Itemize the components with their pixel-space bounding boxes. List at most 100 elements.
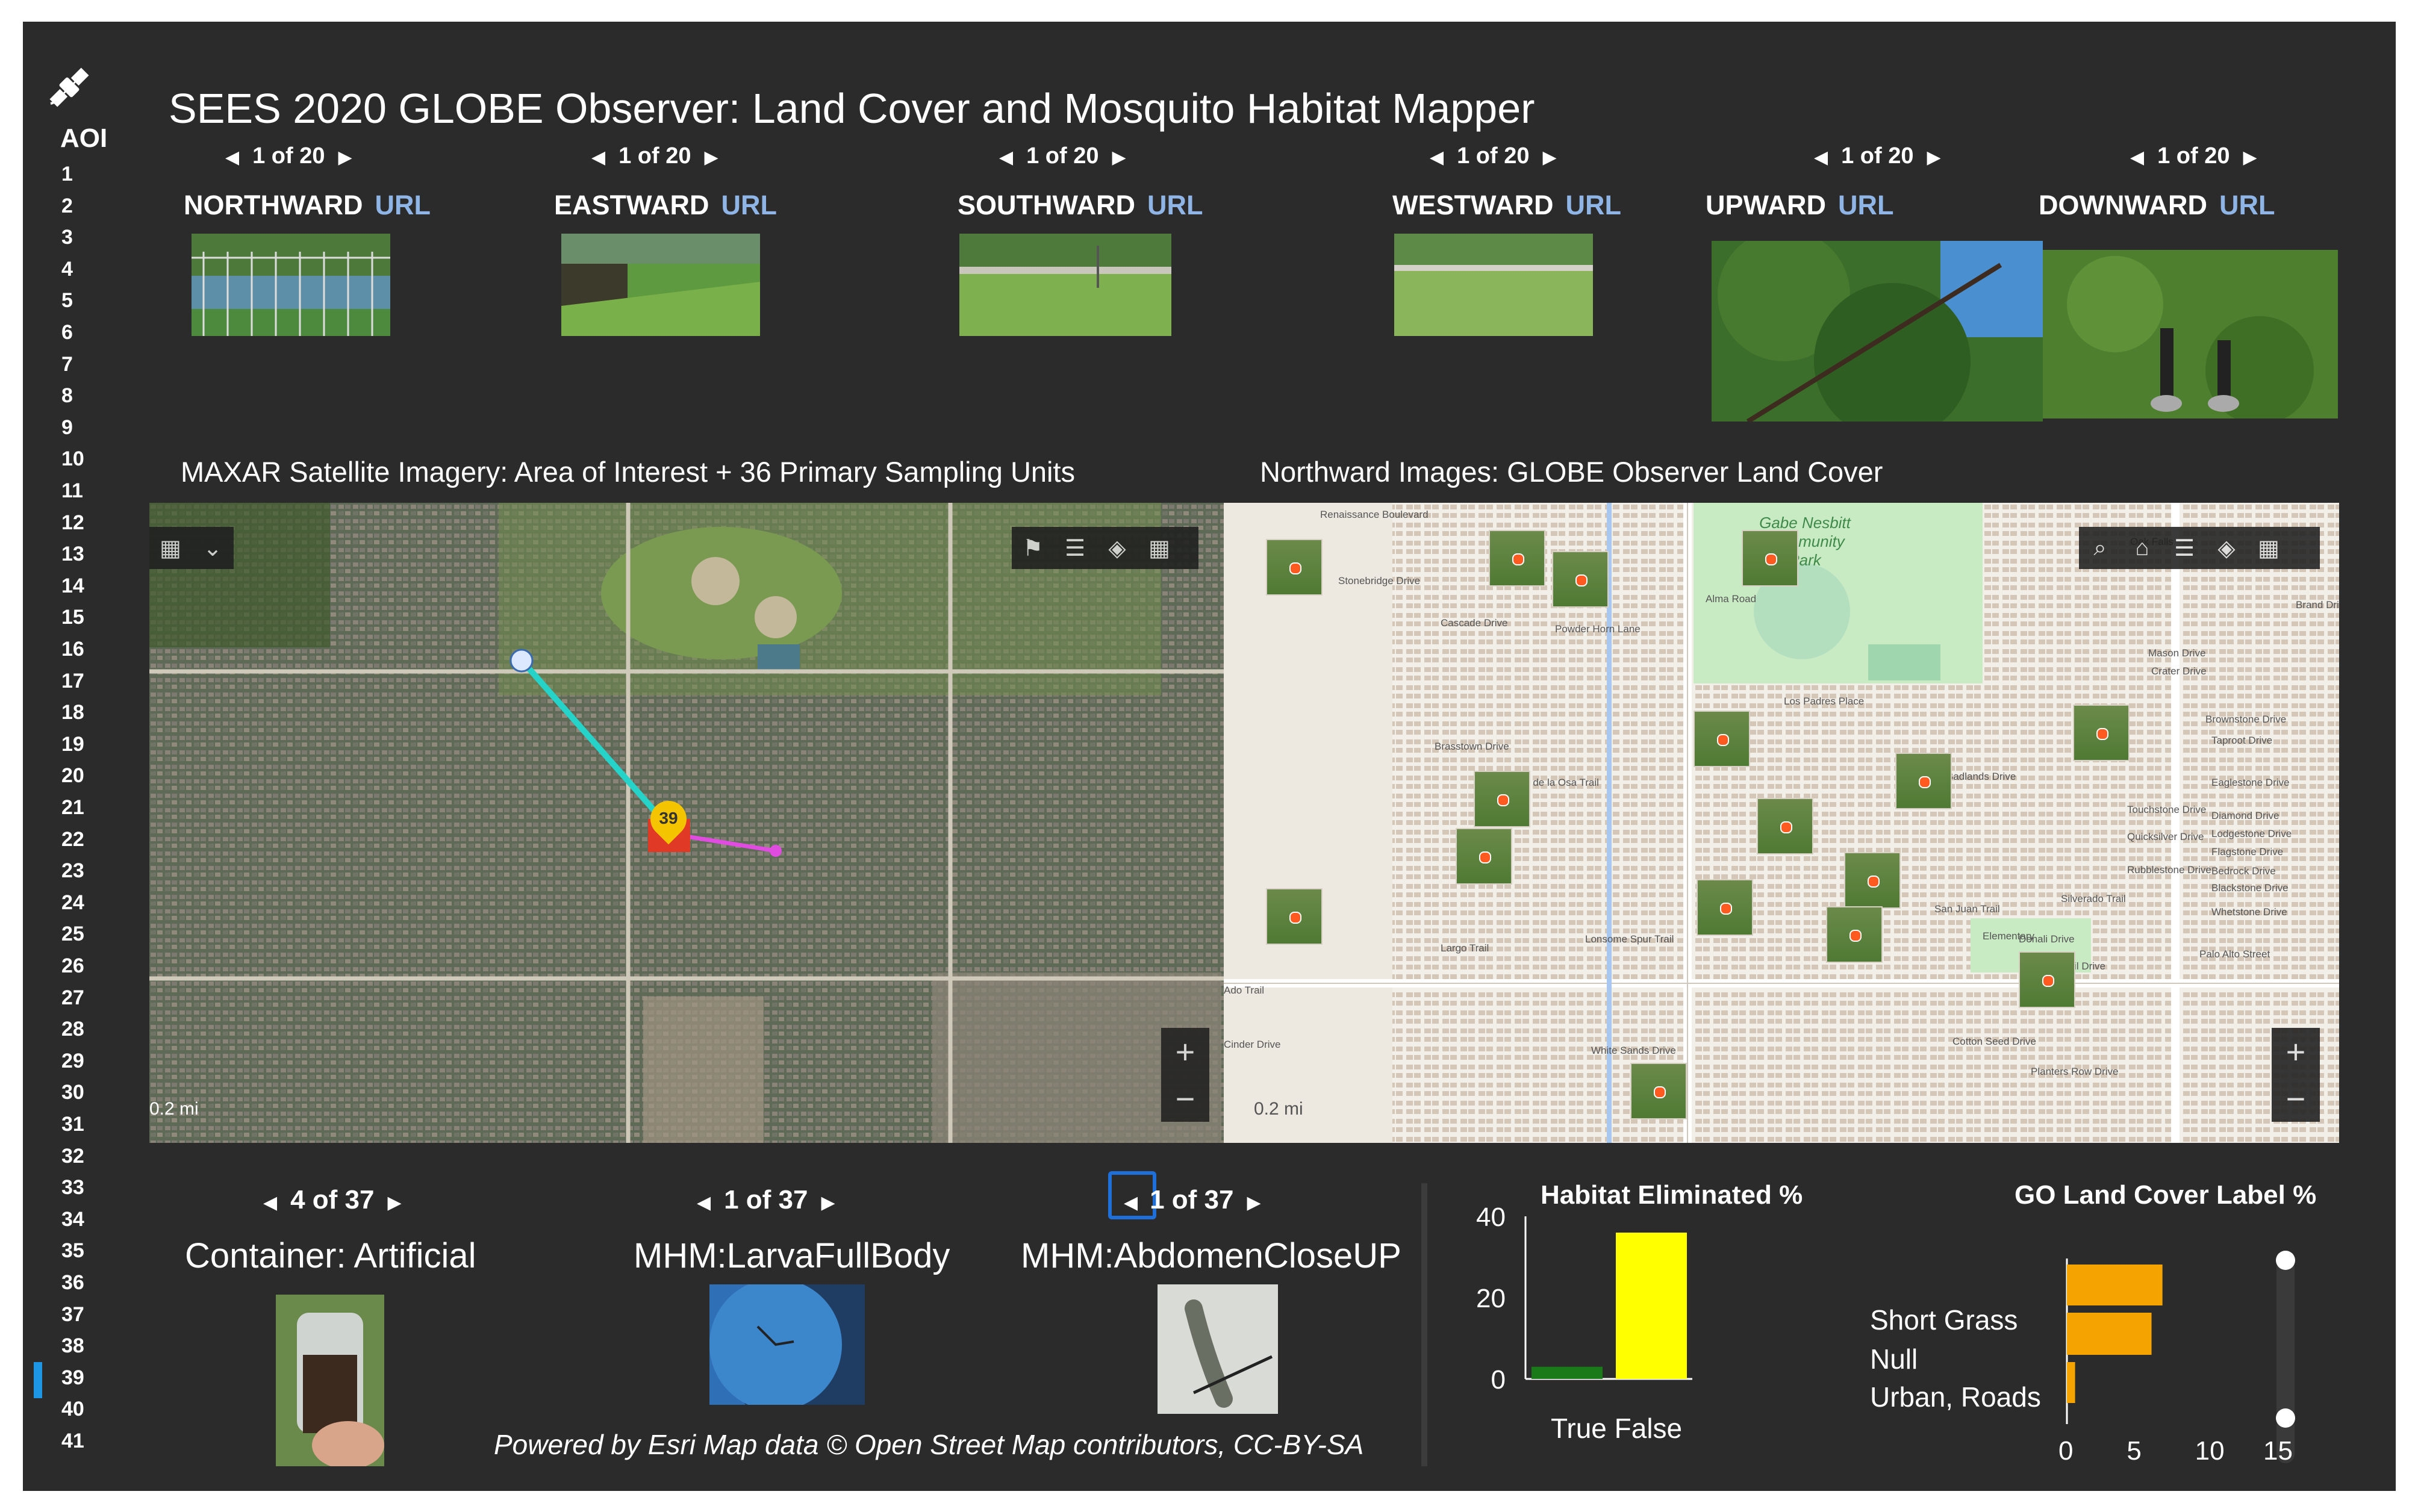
- prev-arrow-icon[interactable]: ◀: [1416, 148, 1457, 167]
- aoi-item[interactable]: 1: [61, 163, 104, 186]
- photo-marker[interactable]: [1266, 539, 1323, 596]
- zoom-in-button[interactable]: +: [2272, 1028, 2320, 1075]
- layers-icon[interactable]: ◈: [2205, 527, 2248, 569]
- photo-marker[interactable]: [1757, 798, 1813, 854]
- upward-photo[interactable]: [1712, 241, 2043, 422]
- landcover-bar[interactable]: [2067, 1362, 2075, 1403]
- legend-list-icon[interactable]: ☰: [2163, 527, 2205, 569]
- legend-list-icon[interactable]: ☰: [1054, 527, 1096, 569]
- zoom-out-button[interactable]: −: [2272, 1075, 2320, 1122]
- aoi-item[interactable]: 14: [61, 574, 104, 598]
- photo-marker[interactable]: [1742, 530, 1798, 586]
- next-arrow-icon[interactable]: ▶: [1913, 148, 1954, 167]
- aoi-item[interactable]: 17: [61, 670, 104, 693]
- aoi-item[interactable]: 16: [61, 638, 104, 661]
- aoi-item[interactable]: 6: [61, 321, 104, 344]
- photo-marker[interactable]: [1456, 828, 1512, 885]
- next-arrow-icon[interactable]: ▶: [1233, 1193, 1274, 1213]
- aoi-item[interactable]: 21: [61, 796, 104, 820]
- aoi-item[interactable]: 37: [61, 1303, 104, 1327]
- aoi-item[interactable]: 11: [61, 479, 104, 503]
- habitat-bar-true[interactable]: [1532, 1366, 1603, 1379]
- aoi-item[interactable]: 40: [61, 1398, 104, 1421]
- street-map[interactable]: Gabe Nesbitt Community Park Renaissance …: [1224, 503, 2339, 1143]
- aoi-item[interactable]: 26: [61, 954, 104, 978]
- basemap-gallery-icon[interactable]: ▦: [1138, 527, 1180, 569]
- photo-marker[interactable]: [1895, 753, 1952, 809]
- aoi-item[interactable]: 4: [61, 258, 104, 281]
- aoi-item[interactable]: 2: [61, 194, 104, 218]
- larva-photo[interactable]: [709, 1284, 865, 1405]
- prev-arrow-icon[interactable]: ◀: [578, 148, 619, 167]
- aoi-item[interactable]: 32: [61, 1145, 104, 1168]
- aoi-item[interactable]: 36: [61, 1271, 104, 1295]
- url-link-upward[interactable]: URL: [1838, 190, 1893, 220]
- aoi-item[interactable]: 23: [61, 859, 104, 883]
- container-photo[interactable]: [276, 1295, 384, 1466]
- satellite-map[interactable]: 39 ▦ ⌄ ⚑ ☰ ◈ ▦ + − 0.2 mi: [149, 503, 1224, 1143]
- photo-marker[interactable]: [2019, 951, 2075, 1008]
- aoi-item[interactable]: 12: [61, 511, 104, 535]
- bookmark-icon[interactable]: ⚑: [1012, 527, 1054, 569]
- photo-marker[interactable]: [2073, 705, 2130, 761]
- westward-photo[interactable]: [1394, 234, 1593, 336]
- aoi-item[interactable]: 5: [61, 289, 104, 313]
- photo-marker[interactable]: [1697, 879, 1753, 936]
- pager-eastward[interactable]: ◀ 1 of 20 ▶: [578, 143, 732, 169]
- aoi-item[interactable]: 10: [61, 447, 104, 471]
- habitat-bar-false[interactable]: [1616, 1233, 1687, 1379]
- next-arrow-icon[interactable]: ▶: [325, 148, 365, 167]
- aoi-item[interactable]: 22: [61, 828, 104, 851]
- aoi-item[interactable]: 31: [61, 1113, 104, 1136]
- landcover-bar[interactable]: [2067, 1313, 2152, 1355]
- prev-arrow-icon[interactable]: ◀: [1119, 1193, 1150, 1213]
- aoi-item[interactable]: 39: [61, 1366, 104, 1390]
- photo-marker[interactable]: [1552, 551, 1609, 608]
- aoi-item[interactable]: 19: [61, 733, 104, 756]
- pager-downward[interactable]: ◀ 1 of 20 ▶: [2117, 143, 2270, 169]
- pager-container[interactable]: ◀ 4 of 37 ▶: [250, 1185, 415, 1215]
- aoi-item[interactable]: 33: [61, 1176, 104, 1199]
- downward-photo[interactable]: [2043, 250, 2338, 418]
- pager-southward[interactable]: ◀ 1 of 20 ▶: [986, 143, 1139, 169]
- landcover-scrollbar-track[interactable]: [2276, 1258, 2295, 1463]
- search-icon[interactable]: ⌕: [2079, 527, 2121, 569]
- aoi-item[interactable]: 28: [61, 1018, 104, 1041]
- pager-abdomen[interactable]: ◀ 1 of 37 ▶: [1119, 1185, 1274, 1215]
- next-arrow-icon[interactable]: ▶: [1098, 148, 1139, 167]
- photo-marker[interactable]: [1474, 771, 1530, 827]
- basemap-gallery-icon[interactable]: ▦: [2248, 527, 2290, 569]
- zoom-in-button[interactable]: +: [1161, 1028, 1209, 1075]
- aoi-item[interactable]: 24: [61, 891, 104, 915]
- url-link-downward[interactable]: URL: [2219, 190, 2275, 220]
- abdomen-photo[interactable]: [1158, 1284, 1278, 1414]
- aoi-item[interactable]: 7: [61, 353, 104, 376]
- next-arrow-icon[interactable]: ▶: [691, 148, 731, 167]
- aoi-item[interactable]: 41: [61, 1430, 104, 1453]
- home-icon[interactable]: ⌂: [2121, 527, 2163, 569]
- aoi-item[interactable]: 29: [61, 1050, 104, 1073]
- landcover-scroll-handle-top[interactable]: [2276, 1251, 2295, 1270]
- next-arrow-icon[interactable]: ▶: [2230, 148, 2270, 167]
- aoi-item[interactable]: 8: [61, 384, 104, 408]
- photo-marker[interactable]: [1694, 711, 1750, 767]
- aoi-item[interactable]: 34: [61, 1208, 104, 1231]
- pager-upward[interactable]: ◀ 1 of 20 ▶: [1801, 143, 1954, 169]
- photo-marker[interactable]: [1489, 530, 1545, 586]
- aoi-item[interactable]: 35: [61, 1239, 104, 1263]
- aoi-item[interactable]: 3: [61, 226, 104, 249]
- next-arrow-icon[interactable]: ▶: [808, 1193, 848, 1213]
- aoi-item[interactable]: 20: [61, 764, 104, 788]
- prev-arrow-icon[interactable]: ◀: [684, 1193, 724, 1213]
- url-link-westward[interactable]: URL: [1565, 190, 1621, 220]
- url-link-eastward[interactable]: URL: [721, 190, 777, 220]
- northward-photo[interactable]: [192, 234, 390, 336]
- landcover-bar[interactable]: [2067, 1265, 2163, 1305]
- aoi-item[interactable]: 13: [61, 543, 104, 566]
- prev-arrow-icon[interactable]: ◀: [986, 148, 1026, 167]
- layers-icon[interactable]: ◈: [1096, 527, 1138, 569]
- aoi-item[interactable]: 15: [61, 606, 104, 629]
- aoi-item[interactable]: 9: [61, 416, 104, 440]
- southward-photo[interactable]: [959, 234, 1171, 336]
- prev-arrow-icon[interactable]: ◀: [212, 148, 252, 167]
